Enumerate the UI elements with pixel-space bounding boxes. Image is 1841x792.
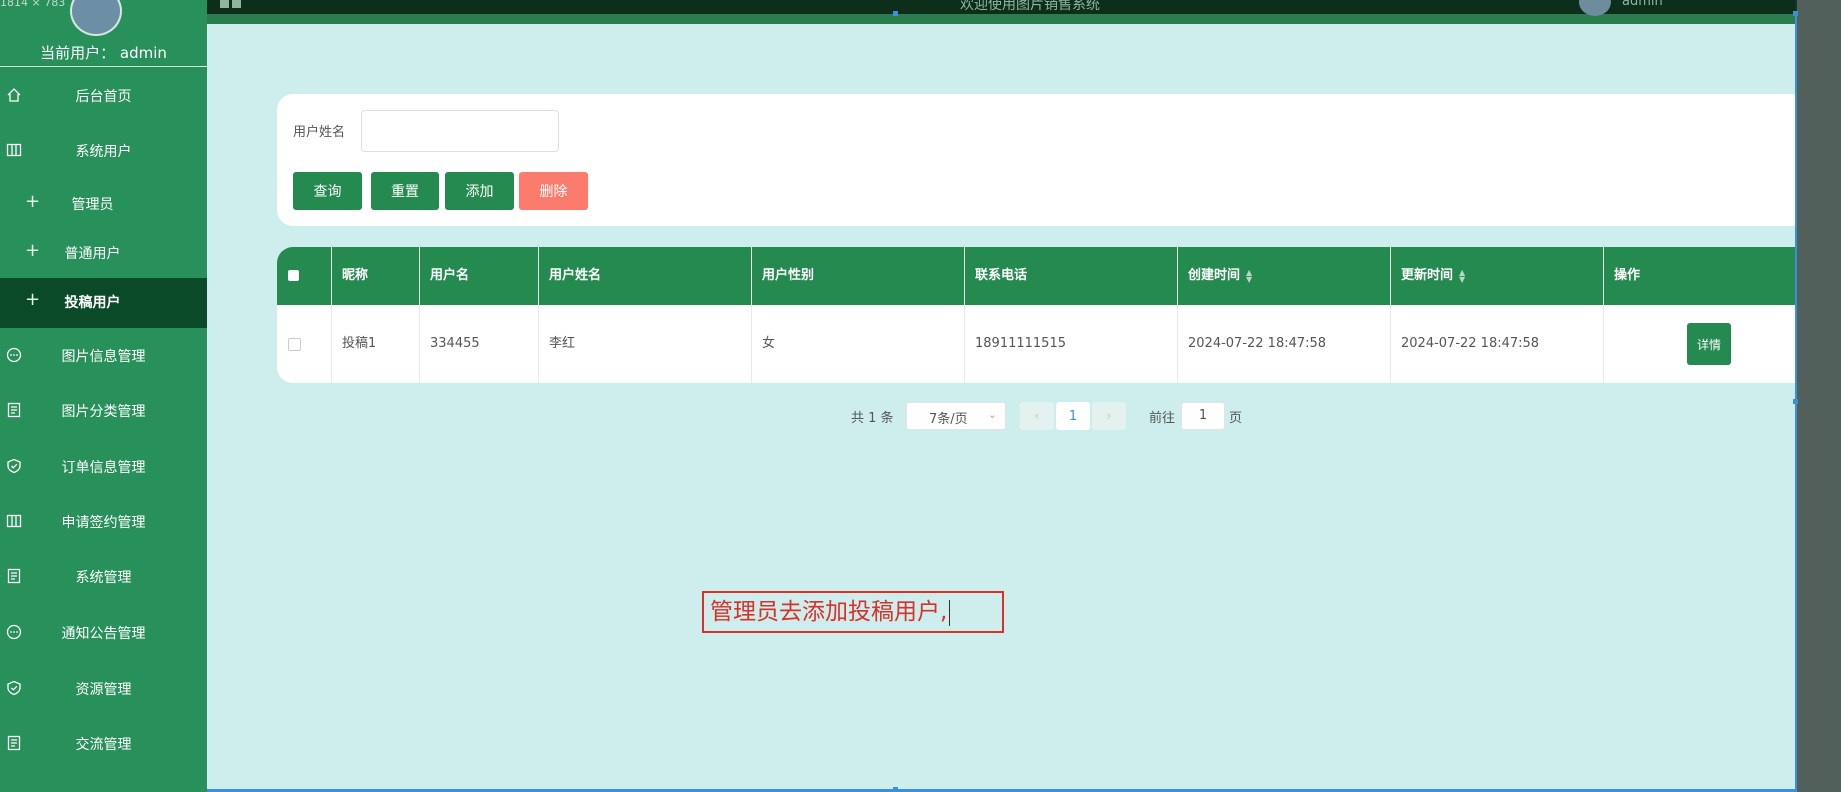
cell-phone: 18911111515	[975, 336, 1066, 351]
select-all-checkbox[interactable]	[288, 270, 299, 281]
sidebar-item-label: 申请签约管理	[61, 515, 146, 531]
annotation-text: 管理员去添加投稿用户,	[710, 599, 948, 625]
prev-page-button[interactable]: ‹	[1020, 402, 1054, 430]
sidebar-item-admin[interactable]: + 管理员	[0, 180, 207, 228]
reset-button[interactable]: 重置	[371, 172, 439, 210]
chevron-left-icon: ‹	[1034, 408, 1040, 424]
sidebar-item-label: 图片信息管理	[61, 349, 146, 365]
goto-suffix: 页	[1229, 411, 1243, 426]
column-header-username: 用户名	[430, 268, 470, 283]
sidebar-item-label: 交流管理	[75, 737, 132, 753]
cell-nickname: 投稿1	[342, 336, 377, 351]
table-header	[277, 247, 1816, 305]
annotation-textbox[interactable]: 管理员去添加投稿用户,	[702, 591, 1004, 633]
add-button[interactable]: 添加	[445, 172, 514, 210]
capture-handle[interactable]	[893, 11, 898, 16]
delete-button[interactable]: 删除	[519, 172, 588, 210]
user-table: 昵称 用户名 用户姓名 用户性别 联系电话 创建时间 ▲ ▼ 更新时间 ▲ ▼ 操作 投…	[277, 247, 1816, 383]
cell-username: 334455	[430, 336, 480, 351]
next-page-button[interactable]: ›	[1092, 402, 1126, 430]
column-divider	[1390, 247, 1391, 383]
search-label: 用户姓名	[293, 125, 346, 140]
capture-outside-shade	[1797, 0, 1841, 792]
sidebar: 1814 × 783 当前用户： admin 后台首页 系统用户 + 管理员 +…	[0, 0, 207, 792]
row-checkbox[interactable]	[288, 338, 301, 351]
column-divider	[1177, 247, 1178, 383]
page-size-select[interactable]: 7条/页 ⌄	[906, 402, 1006, 430]
capture-handle[interactable]	[1793, 399, 1798, 404]
sidebar-item-system-users[interactable]: 系统用户	[0, 127, 207, 175]
sidebar-item-label: 图片分类管理	[61, 404, 146, 420]
sidebar-item-system-management[interactable]: 系统管理	[0, 553, 207, 601]
sidebar-item-order-info[interactable]: 订单信息管理	[0, 443, 207, 491]
column-header-updated[interactable]: 更新时间 ▲ ▼	[1401, 247, 1465, 305]
column-header-gender: 用户性别	[762, 268, 815, 283]
current-user-name: admin	[119, 44, 167, 62]
current-user-label: 当前用户：	[40, 44, 116, 62]
column-header-phone: 联系电话	[975, 268, 1028, 283]
sidebar-divider	[0, 66, 207, 67]
sidebar-item-label: 系统管理	[75, 570, 132, 586]
sidebar-item-notice-management[interactable]: 通知公告管理	[0, 609, 207, 657]
sidebar-item-image-category[interactable]: 图片分类管理	[0, 387, 207, 435]
cell-updated: 2024-07-22 18:47:58	[1401, 336, 1540, 351]
pagination-total: 共 1 条	[851, 411, 894, 426]
column-divider	[964, 247, 965, 383]
goto-prefix: 前往	[1149, 411, 1176, 426]
cell-realname: 李红	[549, 336, 576, 351]
page-size-value: 7条/页	[929, 412, 968, 427]
capture-handle[interactable]	[893, 787, 898, 792]
sort-icon[interactable]: ▲ ▼	[1246, 268, 1252, 283]
app-title: 欢迎使用图片销售系统	[960, 0, 1100, 13]
sidebar-item-image-info[interactable]: 图片信息管理	[0, 332, 207, 380]
top-bar: 欢迎使用图片销售系统 admin	[0, 0, 1841, 24]
column-header-label: 创建时间	[1188, 268, 1241, 283]
chevron-right-icon: ›	[1106, 408, 1112, 424]
top-username[interactable]: admin	[1622, 0, 1663, 9]
dimension-label: 1814 × 783	[0, 0, 66, 9]
sidebar-item-label: 通知公告管理	[61, 626, 146, 642]
query-button[interactable]: 查询	[293, 172, 362, 210]
current-user: 当前用户： admin	[0, 42, 207, 63]
column-header-label: 更新时间	[1401, 268, 1454, 283]
sidebar-item-label: 普通用户	[64, 246, 121, 262]
chevron-down-icon: ⌄	[987, 408, 997, 421]
sidebar-item-contributor-users[interactable]: + 投稿用户	[0, 278, 207, 328]
sort-icon[interactable]: ▲ ▼	[1459, 268, 1465, 283]
sidebar-item-normal-users[interactable]: + 普通用户	[0, 229, 207, 277]
column-header-actions: 操作	[1614, 268, 1641, 283]
cell-created: 2024-07-22 18:47:58	[1188, 336, 1327, 351]
avatar[interactable]	[70, 0, 122, 36]
sidebar-item-label: 系统用户	[75, 144, 132, 160]
sidebar-item-label: 投稿用户	[64, 295, 121, 311]
sidebar-item-home[interactable]: 后台首页	[0, 72, 207, 120]
sidebar-item-resource-management[interactable]: 资源管理	[0, 665, 207, 713]
column-divider	[419, 247, 420, 383]
column-header-nickname: 昵称	[342, 268, 369, 283]
column-divider	[538, 247, 539, 383]
capture-handle[interactable]	[1793, 11, 1798, 16]
column-divider	[331, 247, 332, 383]
text-caret	[949, 599, 951, 626]
sidebar-item-label: 订单信息管理	[61, 460, 146, 476]
cell-gender: 女	[762, 336, 776, 351]
sidebar-item-label: 资源管理	[75, 682, 132, 698]
column-divider	[1603, 247, 1604, 383]
sidebar-item-label: 后台首页	[75, 89, 132, 105]
search-input[interactable]	[361, 110, 559, 152]
page-number-current[interactable]: 1	[1056, 402, 1090, 430]
sidebar-item-label: 管理员	[71, 197, 114, 213]
goto-page-input[interactable]: 1	[1181, 402, 1225, 430]
detail-button[interactable]: 详情	[1687, 323, 1731, 365]
column-header-realname: 用户姓名	[549, 268, 602, 283]
column-divider	[751, 247, 752, 383]
sidebar-item-exchange-management[interactable]: 交流管理	[0, 720, 207, 768]
sidebar-item-sign-applications[interactable]: 申请签约管理	[0, 498, 207, 546]
menu-toggle-icon[interactable]	[220, 0, 242, 8]
column-header-created[interactable]: 创建时间 ▲ ▼	[1188, 247, 1252, 305]
